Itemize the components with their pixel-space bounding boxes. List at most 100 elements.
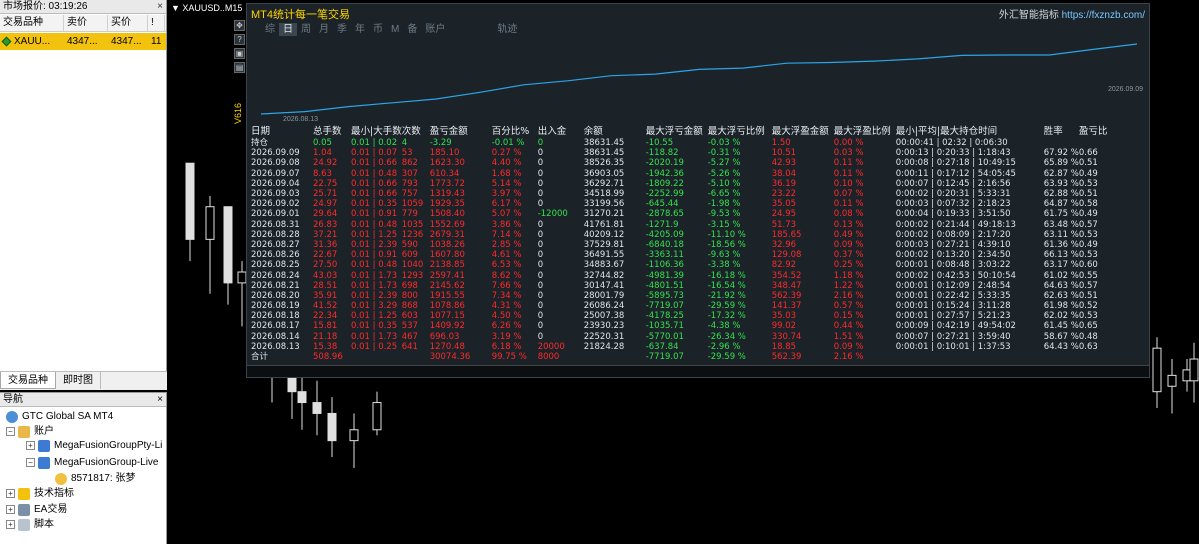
nav-server-1[interactable]: + MegaFusionGroupPty-Li — [26, 438, 162, 453]
table-cell: 330.74 — [771, 331, 802, 342]
expand-icon[interactable]: + — [6, 505, 15, 514]
period-tab-0[interactable]: 综 — [261, 23, 279, 36]
table-cell: 3.86 % — [491, 219, 522, 230]
column-bid[interactable]: 卖价 — [64, 15, 108, 31]
nav-scripts[interactable]: + 脚本 — [6, 517, 54, 532]
screenshot-icon[interactable]: ▣ — [234, 48, 245, 59]
nav-account[interactable]: 8571817: 张梦 — [55, 471, 136, 486]
table-cell: 53 — [401, 148, 413, 159]
table-cell: 0:00:01 | 0:12:09 | 2:48:54 — [895, 280, 1011, 291]
table-cell: 00:00:41 | 02:32 | 0:06:30 — [895, 138, 1008, 149]
nav-root[interactable]: GTC Global SA MT4 — [6, 409, 113, 424]
table-cell: 10.51 — [771, 148, 797, 159]
settings-icon[interactable]: ▤ — [234, 62, 245, 73]
table-cell: 862 — [401, 158, 418, 169]
total-row: 合计 508.96 30074.36 99.75 % 8000 -7719.07 -29.5… — [251, 352, 1109, 362]
table-row: 2026.08.27 31.36 0.01 | 2.39 590 1038.26 2.85… — [251, 240, 1109, 250]
close-icon[interactable]: × — [154, 393, 166, 406]
table-cell: 62.02 % — [1043, 311, 1079, 322]
table-cell: -11.10 % — [707, 229, 746, 240]
candle — [237, 261, 247, 327]
nav-ea[interactable]: + EA交易 — [6, 502, 67, 517]
table-cell: 0 — [537, 158, 544, 169]
table-cell: 0.11 % — [833, 168, 864, 179]
table-cell: 868 — [401, 301, 418, 312]
period-tab-8[interactable]: 备 — [403, 23, 421, 36]
table-cell: 67.92 % — [1043, 148, 1079, 159]
chart-symbol-label: ▼ XAUUSD..M15 — [171, 3, 243, 13]
table-cell: 38526.35 — [583, 158, 625, 169]
table-cell: 185.65 — [771, 229, 802, 240]
brand-url[interactable]: https://fxznzb.com/ — [1062, 10, 1145, 21]
table-cell: 1270.48 — [429, 341, 465, 352]
table-cell: 61.75 % — [1043, 209, 1079, 220]
table-cell: 合计 — [251, 352, 269, 363]
table-row: 2026.09.09 1.04 0.01 | 0.07 53 185.10 0.27 % 0… — [251, 148, 1109, 158]
nav-server-2[interactable]: − MegaFusionGroup-Live — [26, 455, 159, 470]
period-tab-7[interactable]: M — [387, 23, 403, 36]
table-cell: 0:00:01 | 0:10:01 | 1:37:53 — [895, 341, 1011, 352]
help-icon[interactable]: ? — [234, 34, 245, 45]
period-tab-5[interactable]: 年 — [351, 23, 369, 36]
table-cell: 0.52 — [1078, 301, 1098, 312]
table-cell: 1915.55 — [429, 290, 465, 301]
period-tab-9[interactable]: 账户 — [421, 23, 449, 36]
move-icon[interactable]: ✥ — [234, 20, 245, 31]
tab-symbols[interactable]: 交易品种 — [0, 372, 56, 389]
table-row: 2026.09.04 22.75 0.01 | 0.66 793 1773.72 5.14… — [251, 179, 1109, 189]
table-row: 2026.08.20 35.91 0.01 | 2.39 800 1915.55 7.34… — [251, 291, 1109, 301]
period-tab-10[interactable]: 轨迹 — [493, 23, 521, 36]
table-cell: 698 — [401, 280, 418, 291]
table-cell: -1106.36 — [645, 260, 684, 271]
version-label: V616 — [233, 102, 243, 124]
nav-indicators[interactable]: + 技术指标 — [6, 486, 74, 501]
table-cell: 2026.09.08 — [251, 158, 300, 169]
table-cell — [584, 352, 646, 362]
candle — [1152, 337, 1162, 408]
table-cell: 31.36 — [313, 239, 338, 250]
panel-brand[interactable]: 外汇智能指标 https://fxznzb.com/ — [999, 6, 1145, 21]
table-cell: 2026.08.31 — [251, 219, 300, 230]
column-ask[interactable]: 买价 — [108, 15, 148, 31]
column-symbol[interactable]: 交易品种 — [0, 15, 64, 31]
table-cell: 2026.08.26 — [251, 250, 300, 261]
period-tab-1[interactable]: 日 — [279, 23, 297, 36]
table-cell: 36.19 — [771, 178, 797, 189]
collapse-icon[interactable]: − — [6, 427, 15, 436]
expand-icon[interactable]: + — [6, 520, 15, 529]
table-cell: 23.22 — [771, 189, 797, 200]
period-tab-2[interactable]: 周 — [297, 23, 315, 36]
header-cell: 出入金 — [537, 125, 567, 137]
expand-icon[interactable]: + — [6, 489, 15, 498]
nav-accounts[interactable]: − 账户 — [6, 424, 54, 439]
period-tab-4[interactable]: 季 — [333, 23, 351, 36]
close-icon[interactable]: × — [154, 0, 166, 13]
table-cell: 0:00:08 | 0:27:18 | 10:49:15 — [895, 158, 1016, 169]
nav-scripts-label: 脚本 — [34, 519, 54, 530]
table-cell: 15.38 — [313, 341, 338, 352]
column-spread[interactable]: ! — [148, 15, 165, 31]
table-cell: -6840.18 — [645, 239, 684, 250]
table-row: 2026.08.19 41.52 0.01 | 3.29 868 1078.86 4.31… — [251, 301, 1109, 311]
table-cell: 34518.99 — [583, 189, 625, 200]
table-cell: 35.03 — [771, 311, 797, 322]
header-cell: 次数 — [401, 125, 421, 137]
table-cell: 2026.08.28 — [251, 229, 300, 240]
table-cell: 2145.62 — [429, 280, 465, 291]
table-cell: -0.03 % — [707, 138, 741, 149]
tab-tick-chart[interactable]: 即时图 — [56, 372, 101, 389]
period-tab-3[interactable]: 月 — [315, 23, 333, 36]
symbol-row[interactable]: XAUU... 4347... 4347... 11 — [0, 33, 166, 50]
period-tab-6[interactable]: 币 — [369, 23, 387, 36]
table-cell: 36903.05 — [583, 168, 625, 179]
table-cell: 2.16 % — [833, 352, 864, 363]
table-cell: 0.03 % — [833, 148, 864, 159]
table-cell: 2026.08.17 — [251, 321, 300, 332]
expand-icon[interactable]: + — [26, 441, 35, 450]
table-row: 2026.08.14 21.18 0.01 | 1.73 467 696.03 3.19 … — [251, 332, 1109, 342]
table-cell: 61.02 % — [1043, 270, 1079, 281]
table-cell: 6.18 % — [491, 341, 522, 352]
header-cell: 最大浮盈金额 — [771, 125, 829, 137]
table-cell: 0.25 % — [833, 260, 864, 271]
collapse-icon[interactable]: − — [26, 458, 35, 467]
